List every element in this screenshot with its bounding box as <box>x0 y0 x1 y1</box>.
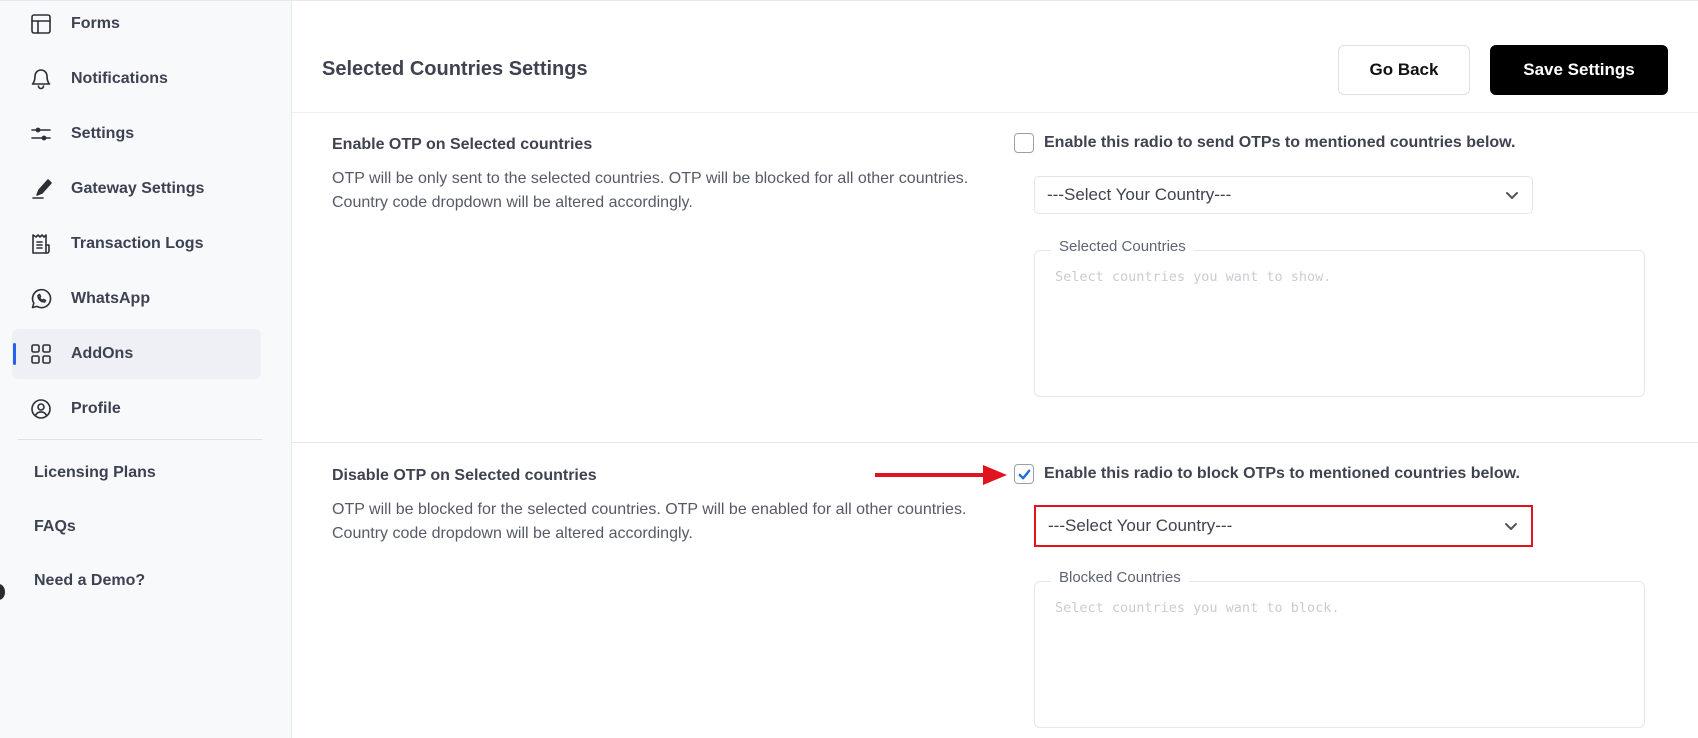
faqs-link[interactable]: FAQs <box>34 518 76 536</box>
sidebar-item-label: Notifications <box>71 70 168 87</box>
checkbox-label: Enable this radio to block OTPs to menti… <box>1044 465 1520 482</box>
sidebar-item-label: AddOns <box>71 345 134 362</box>
chevron-down-icon <box>1503 518 1519 534</box>
checkmark-icon <box>1018 469 1030 479</box>
section-description: OTP will be only sent to the selected co… <box>332 167 1032 215</box>
whatsapp-icon <box>28 286 54 312</box>
sidebar-item-profile[interactable]: Profile <box>12 384 261 434</box>
select-value: ---Select Your Country--- <box>1047 185 1232 204</box>
bell-icon <box>28 66 54 92</box>
sidebar-item-label: Profile <box>71 400 121 417</box>
sidebar-item-gateway-settings[interactable]: Gateway Settings <box>12 164 261 214</box>
description-line: OTP will be blocked for the selected cou… <box>332 501 967 518</box>
select-value: ---Select Your Country--- <box>1048 516 1233 535</box>
selected-countries-legend: Selected Countries <box>1051 238 1194 255</box>
enable-otp-checkbox[interactable] <box>1014 133 1034 153</box>
sidebar-item-label: Transaction Logs <box>71 235 204 252</box>
sidebar-item-label: Settings <box>71 125 135 142</box>
description-line: Country code dropdown will be altered ac… <box>332 194 693 211</box>
save-settings-button[interactable]: Save Settings <box>1490 45 1668 95</box>
section-title: Disable OTP on Selected countries <box>332 467 597 484</box>
sliders-icon <box>28 121 54 147</box>
go-back-button[interactable]: Go Back <box>1338 45 1470 95</box>
sidebar-item-notifications[interactable]: Notifications <box>12 54 261 104</box>
layout-icon <box>28 11 54 37</box>
main-content: Selected Countries Settings Go Back Save… <box>292 0 1698 738</box>
licensing-plans-link[interactable]: Licensing Plans <box>34 464 156 482</box>
selected-countries-placeholder[interactable]: Select countries you want to show. <box>1055 269 1331 285</box>
sidebar-item-label: WhatsApp <box>71 290 151 307</box>
blocked-countries-box: Blocked Countries Select countries you w… <box>1034 569 1645 728</box>
sidebar-item-label: Forms <box>71 15 120 32</box>
sidebar-item-label: Gateway Settings <box>71 180 205 197</box>
description-line: Country code dropdown will be altered ac… <box>332 525 693 542</box>
blocked-country-select[interactable]: ---Select Your Country--- <box>1034 505 1533 547</box>
selected-countries-box: Selected Countries Select countries you … <box>1034 238 1645 397</box>
checkbox-label: Enable this radio to send OTPs to mentio… <box>1044 134 1516 151</box>
blocked-countries-placeholder[interactable]: Select countries you want to block. <box>1055 600 1339 616</box>
sidebar-item-forms[interactable]: Forms <box>12 0 261 49</box>
page-title: Selected Countries Settings <box>322 58 588 80</box>
pen-icon <box>28 176 54 202</box>
annotation-arrow-icon <box>875 465 1007 485</box>
floating-handle[interactable] <box>0 584 5 600</box>
section-title: Enable OTP on Selected countries <box>332 136 593 153</box>
need-a-demo-link[interactable]: Need a Demo? <box>34 572 145 590</box>
block-otp-checkbox[interactable] <box>1014 464 1034 484</box>
enable-radio-row: Enable this radio to send OTPs to mentio… <box>1014 133 1515 153</box>
disable-otp-section: Disable OTP on Selected countries OTP wi… <box>292 443 1698 738</box>
sidebar-item-addons[interactable]: AddOns <box>12 329 261 379</box>
receipt-icon <box>28 231 54 257</box>
grid-icon <box>28 341 54 367</box>
sidebar-item-settings[interactable]: Settings <box>12 109 261 159</box>
section-description: OTP will be blocked for the selected cou… <box>332 498 1032 546</box>
sidebar-divider <box>18 439 262 440</box>
page-header: Selected Countries Settings Go Back Save… <box>292 1 1698 113</box>
blocked-countries-legend: Blocked Countries <box>1051 569 1189 586</box>
country-select[interactable]: ---Select Your Country--- <box>1034 176 1533 214</box>
enable-otp-section: Enable OTP on Selected countries OTP wil… <box>292 113 1698 443</box>
chevron-down-icon <box>1504 187 1520 203</box>
sidebar-item-transaction-logs[interactable]: Transaction Logs <box>12 219 261 269</box>
sidebar: Forms Notifications Settings Gateway Set… <box>0 0 292 738</box>
sidebar-item-whatsapp[interactable]: WhatsApp <box>12 274 261 324</box>
description-line: OTP will be only sent to the selected co… <box>332 170 969 187</box>
user-circle-icon <box>28 396 54 422</box>
block-radio-row: Enable this radio to block OTPs to menti… <box>1014 464 1520 484</box>
